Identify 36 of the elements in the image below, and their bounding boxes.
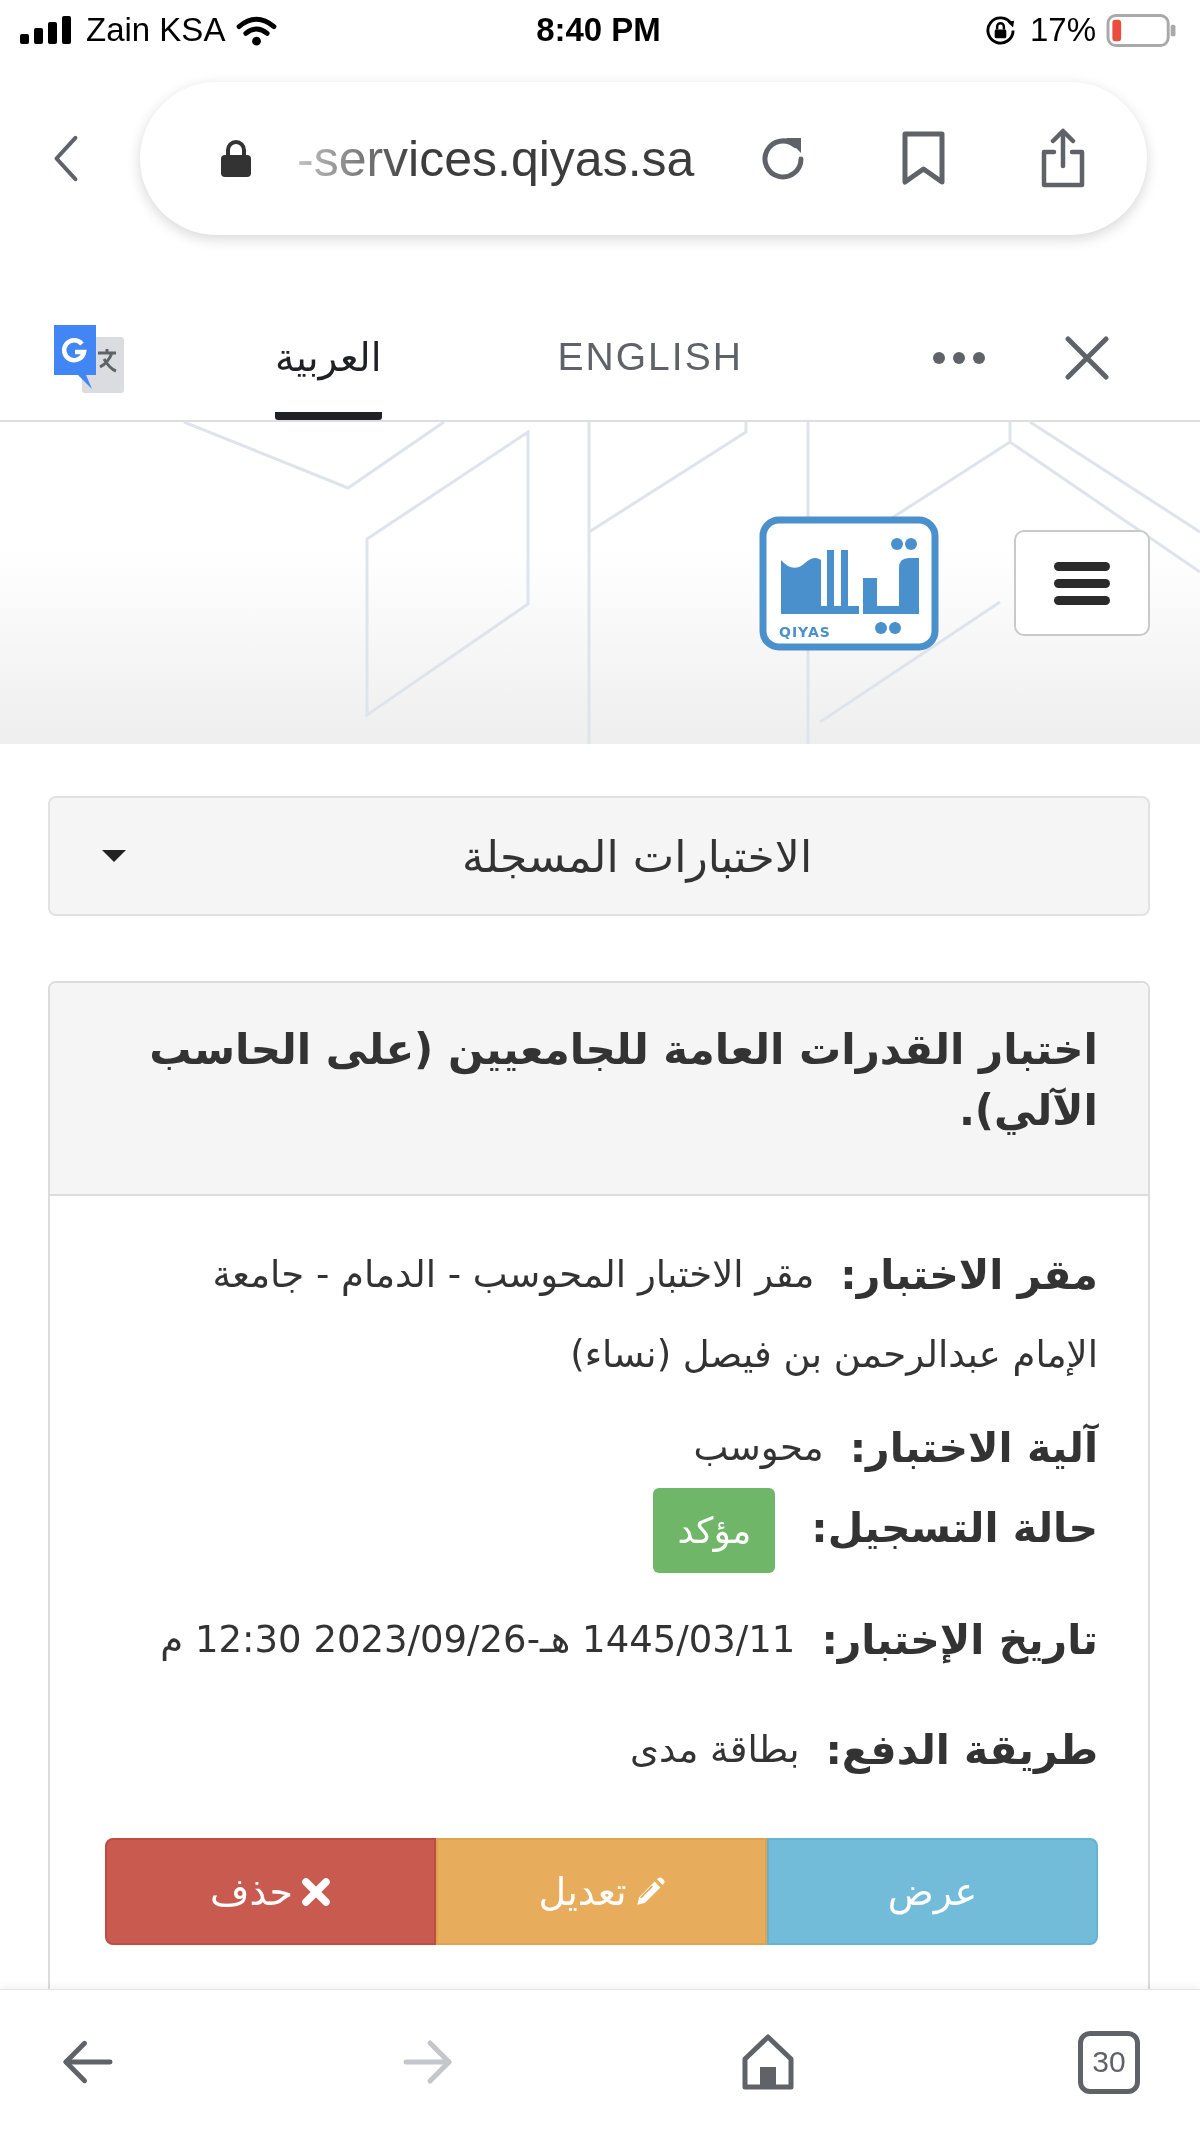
delete-button[interactable]: حذف (105, 1838, 436, 1945)
menu-icon (1054, 561, 1110, 605)
field-label: طريقة الدفع: (825, 1726, 1098, 1774)
x-icon (300, 1876, 331, 1907)
field-label: حالة التسجيل: (811, 1504, 1098, 1552)
lock-icon (220, 139, 252, 178)
field-value: 1445/03/11 هـ-2023/09/26 12:30 م (160, 1618, 796, 1661)
field-label: تاريخ الإختبار: (821, 1616, 1098, 1664)
chevron-left-icon[interactable] (52, 134, 79, 183)
language-tab[interactable]: ENGLISH (557, 296, 743, 420)
carrier-name: Zain KSA (86, 11, 226, 49)
field-value: بطاقة مدى (630, 1728, 800, 1771)
registered-tests-dropdown[interactable]: الاختبارات المسجلة (48, 796, 1150, 916)
close-icon[interactable] (1064, 336, 1109, 380)
field-text: مقر الاختبار: مقر الاختبار المحوسب - الدمام - جامعة الإمام عبدالرحمن بن فيصل (نساء) (211, 1250, 1098, 1378)
rotation-lock-icon (984, 14, 1016, 46)
field-value: محوسب (693, 1426, 824, 1469)
clock-time: 8:40 PM (536, 11, 661, 49)
battery-percent: 17% (1029, 11, 1096, 49)
tab-count-button[interactable]: 30 (1078, 2030, 1140, 2094)
battery-icon (1106, 13, 1177, 47)
status-badge: مؤكد (653, 1488, 776, 1573)
signal-icon (20, 16, 72, 44)
caret-icon (102, 850, 126, 862)
card-title: اختبار القدرات العامة للجامعيين (على الحاسب الآلي). (148, 1024, 1098, 1137)
menu-button[interactable] (1014, 530, 1150, 636)
field-label: آلية الاختبار: (849, 1424, 1098, 1472)
home-icon[interactable] (740, 2033, 796, 2091)
logo-text: QIYAS (779, 623, 831, 640)
url-text: -services.qiyas.sa (297, 129, 696, 188)
bookmark-icon[interactable] (900, 131, 947, 186)
more-icon[interactable] (932, 352, 985, 364)
address-bar[interactable]: -services.qiyas.sa (140, 82, 1147, 235)
pencil-icon (634, 1876, 665, 1907)
wifi-icon (235, 14, 279, 46)
translate-icon[interactable] (52, 322, 125, 394)
